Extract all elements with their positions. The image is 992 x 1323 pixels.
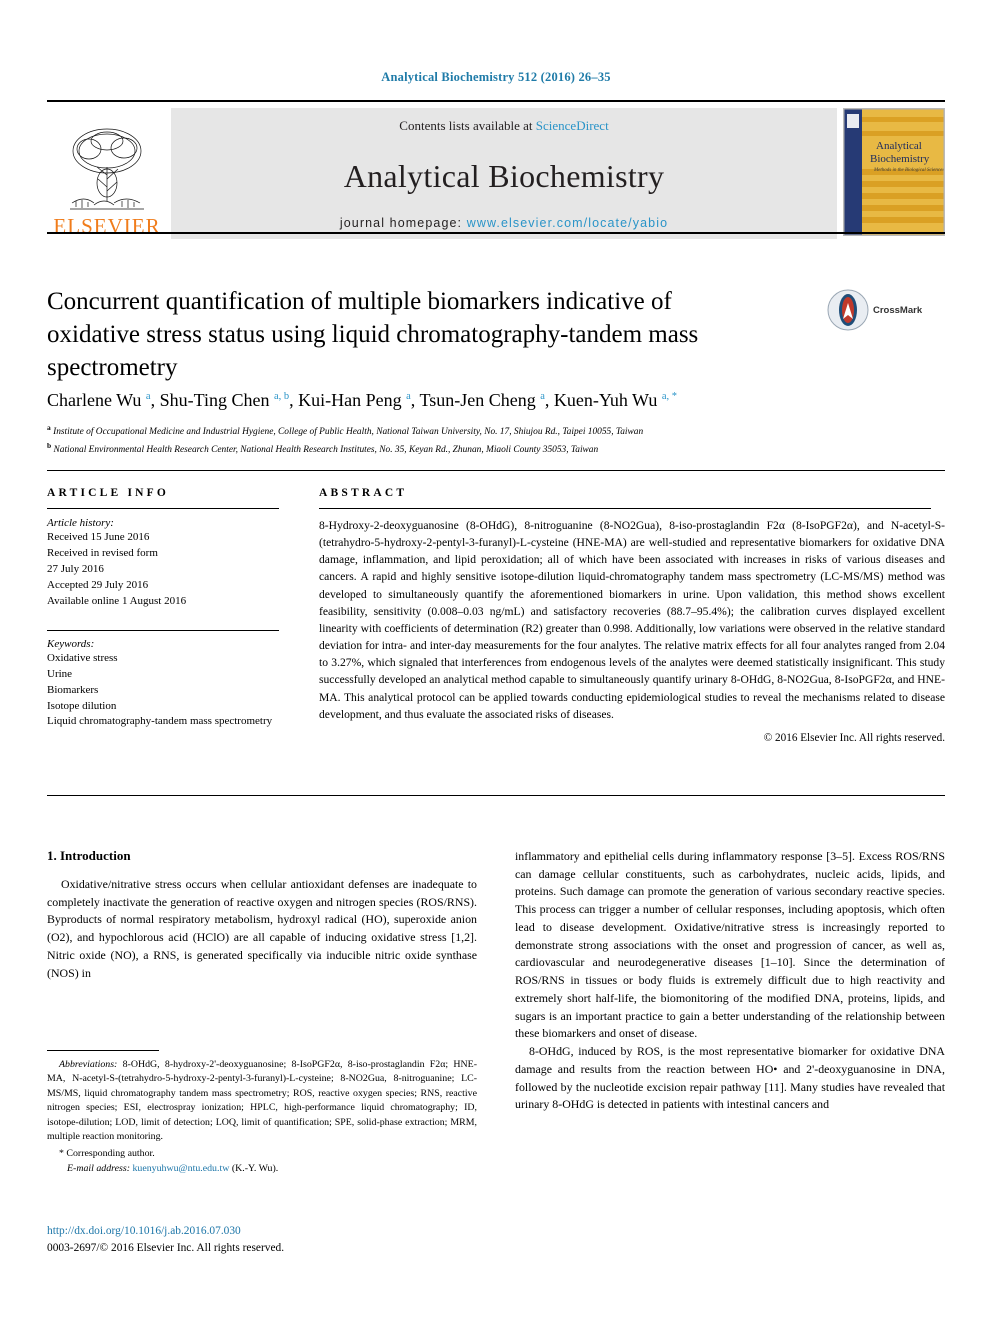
article-history-label: Article history:: [47, 517, 114, 529]
elsevier-tree-icon: [70, 128, 144, 210]
abbreviations-text: 8-OHdG, 8-hydroxy-2'-deoxyguanosine; 8-I…: [47, 1059, 477, 1143]
journal-title: Analytical Biochemistry: [343, 157, 665, 194]
author-name: Charlene Wu: [47, 390, 142, 410]
footnote-rule: [47, 1050, 159, 1051]
svg-text:Analytical: Analytical: [876, 140, 922, 152]
intro-paragraph-right-1: inflammatory and epithelial cells during…: [515, 849, 945, 1041]
author-list: Charlene Wu a, Shu-Ting Chen a, b, Kui-H…: [47, 390, 677, 410]
email-label: E-mail address:: [67, 1162, 130, 1174]
author-item: Kuen-Yuh Wu a, *: [554, 390, 677, 410]
affiliation-mark: b: [47, 441, 52, 451]
info-abstract-row: ARTICLE INFO Article history: Received 1…: [47, 487, 945, 744]
intro-paragraph-left: Oxidative/nitrative stress occurs when c…: [47, 877, 477, 980]
author-item: Tsun-Jen Cheng a: [419, 390, 544, 410]
svg-text:Methods in the Biological Scie: Methods in the Biological Sciences: [873, 168, 944, 173]
email-note: E-mail address: kuenyuhwu@ntu.edu.tw (K.…: [47, 1162, 477, 1177]
article-info-rule: [47, 508, 279, 509]
masthead-bottom-rule: [47, 232, 945, 234]
footnote-block: Abbreviations: 8-OHdG, 8-hydroxy-2'-deox…: [47, 1050, 477, 1176]
abbreviations-note: Abbreviations: 8-OHdG, 8-hydroxy-2'-deox…: [47, 1058, 477, 1145]
email-suffix: (K.-Y. Wu).: [231, 1162, 279, 1174]
abstract-kicker: ABSTRACT: [319, 487, 408, 499]
history-item: Received 15 June 2016: [47, 531, 150, 543]
history-item: Available online 1 August 2016: [47, 594, 187, 607]
masthead-center: Contents lists available at ScienceDirec…: [171, 108, 837, 239]
keywords-label: Keywords:: [47, 637, 95, 650]
intro-paragraph-right-2: 8-OHdG, induced by ROS, is the most repr…: [515, 1044, 945, 1112]
crossmark-icon: [827, 289, 869, 331]
journal-masthead: ELSEVIER Contents lists available at Sci…: [47, 100, 945, 239]
running-head: Analytical Biochemistry 512 (2016) 26–35: [381, 70, 611, 84]
keyword-item: Oxidative stress: [47, 651, 118, 664]
section-heading-introduction: 1. Introduction: [47, 848, 131, 863]
author-item: Shu-Ting Chen a, b: [160, 390, 290, 410]
abbreviations-label: Abbreviations:: [59, 1059, 118, 1070]
issn-copyright-line: 0003-2697/© 2016 Elsevier Inc. All right…: [47, 1241, 285, 1254]
keyword-item: Liquid chromatography-tandem mass spectr…: [47, 715, 273, 728]
affiliation-list: a Institute of Occupational Medicine and…: [47, 422, 945, 459]
abstract-body: 8-Hydroxy-2-deoxyguanosine (8-OHdG), 8-n…: [319, 519, 945, 721]
elsevier-logo: ELSEVIER: [47, 108, 167, 239]
author-affil-mark: a, *: [661, 391, 677, 402]
affiliation-text: National Environmental Health Research C…: [53, 445, 599, 456]
info-top-rule: [47, 470, 945, 471]
author-name: Kui-Han Peng: [298, 390, 402, 410]
email-link[interactable]: kuenyuhwu@ntu.edu.tw: [132, 1163, 229, 1174]
journal-article-page: Analytical Biochemistry 512 (2016) 26–35: [0, 0, 992, 1323]
affiliation-mark: a: [47, 423, 51, 432]
svg-text:Biochemistry: Biochemistry: [870, 153, 930, 165]
history-item: Received in revised form: [47, 546, 158, 559]
corresponding-author-text: Corresponding author.: [66, 1147, 155, 1159]
author-item: Kui-Han Peng a: [298, 390, 411, 410]
asterisk-icon: *: [59, 1147, 64, 1159]
info-bottom-rule: [47, 795, 945, 796]
keywords-rule: [47, 629, 279, 631]
title-area: Concurrent quantification of multiple bi…: [47, 285, 945, 384]
author-name: Shu-Ting Chen: [159, 390, 270, 410]
contents-prefix: Contents lists available at: [399, 118, 536, 133]
author-affil-mark: a: [406, 391, 411, 402]
footer-block: http://dx.doi.org/10.1016/j.ab.2016.07.0…: [47, 1223, 477, 1256]
sciencedirect-link[interactable]: ScienceDirect: [536, 118, 609, 133]
abstract-copyright: © 2016 Elsevier Inc. All rights reserved…: [763, 731, 945, 744]
crossmark-badge[interactable]: CrossMark: [827, 287, 937, 333]
author-name: Kuen-Yuh Wu: [553, 390, 658, 410]
author-affil-mark: a: [540, 391, 545, 402]
affiliation-item: b National Environmental Health Research…: [47, 440, 945, 458]
affiliation-item: a Institute of Occupational Medicine and…: [47, 422, 945, 440]
affiliation-text: Institute of Occupational Medicine and I…: [53, 427, 644, 438]
abstract-rule: [319, 508, 931, 509]
contents-lists-line: Contents lists available at ScienceDirec…: [171, 118, 837, 134]
journal-cover-image: Analytical Biochemistry Methods in the B…: [844, 109, 944, 235]
journal-cover-thumbnail[interactable]: Analytical Biochemistry Methods in the B…: [843, 108, 945, 236]
history-item: 27 July 2016: [47, 562, 104, 575]
homepage-link[interactable]: www.elsevier.com/locate/yabio: [467, 216, 668, 230]
author-affil-mark: a, b: [273, 391, 290, 402]
keyword-item: Urine: [47, 667, 73, 680]
keyword-item: Isotope dilution: [47, 699, 117, 712]
homepage-prefix: journal homepage:: [339, 216, 467, 230]
author-item: Charlene Wu a: [47, 390, 151, 410]
doi-link[interactable]: http://dx.doi.org/10.1016/j.ab.2016.07.0…: [47, 1223, 477, 1240]
page-title: Concurrent quantification of multiple bi…: [47, 288, 699, 381]
article-info-kicker: ARTICLE INFO: [47, 487, 170, 499]
history-item: Accepted 29 July 2016: [47, 578, 149, 591]
body-column-right: inflammatory and epithelial cells during…: [515, 848, 945, 1114]
keyword-item: Biomarkers: [47, 683, 99, 696]
abstract-column: ABSTRACT 8-Hydroxy-2-deoxyguanosine (8-O…: [319, 487, 945, 744]
crossmark-label: CrossMark: [873, 304, 923, 316]
article-info-column: ARTICLE INFO Article history: Received 1…: [47, 487, 319, 744]
author-name: Tsun-Jen Cheng: [419, 390, 536, 410]
author-affil-mark: a: [145, 391, 151, 402]
corresponding-author-note: * Corresponding author.: [47, 1147, 477, 1162]
journal-homepage-line: journal homepage: www.elsevier.com/locat…: [171, 216, 837, 230]
